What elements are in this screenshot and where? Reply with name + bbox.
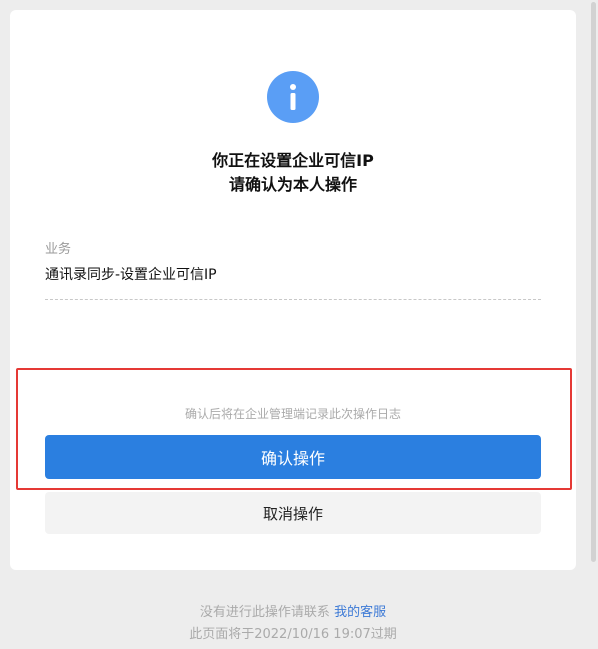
log-hint-text: 确认后将在企业管理端记录此次操作日志 [184,407,401,421]
scrollbar-thumb[interactable] [591,2,596,562]
footer-contact-text: 没有进行此操作请联系 [199,605,335,620]
business-field-value: 通讯录同步-设置企业可信IP [45,267,217,283]
title-line-2: 请确认为本人操作 [228,175,357,194]
footer-contact: 没有进行此操作请联系 我的客服 [0,601,586,620]
confirm-button[interactable]: 确认操作 [45,435,541,479]
confirm-card: 你正在设置企业可信IP 请确认为本人操作 业务 通讯录同步-设置企业可信IP 确… [10,10,576,570]
cancel-button[interactable]: 取消操作 [45,492,541,534]
page-title: 你正在设置企业可信IP 请确认为本人操作 [10,149,576,197]
vertical-scrollbar[interactable] [588,0,598,649]
customer-service-link[interactable]: 我的客服 [334,605,386,620]
info-icon [267,71,319,123]
field-divider [45,299,541,300]
title-line-1: 你正在设置企业可信IP [212,151,374,170]
footer-expiry: 此页面将于2022/10/16 19:07过期 [189,627,397,642]
business-field-label: 业务 [45,242,72,257]
